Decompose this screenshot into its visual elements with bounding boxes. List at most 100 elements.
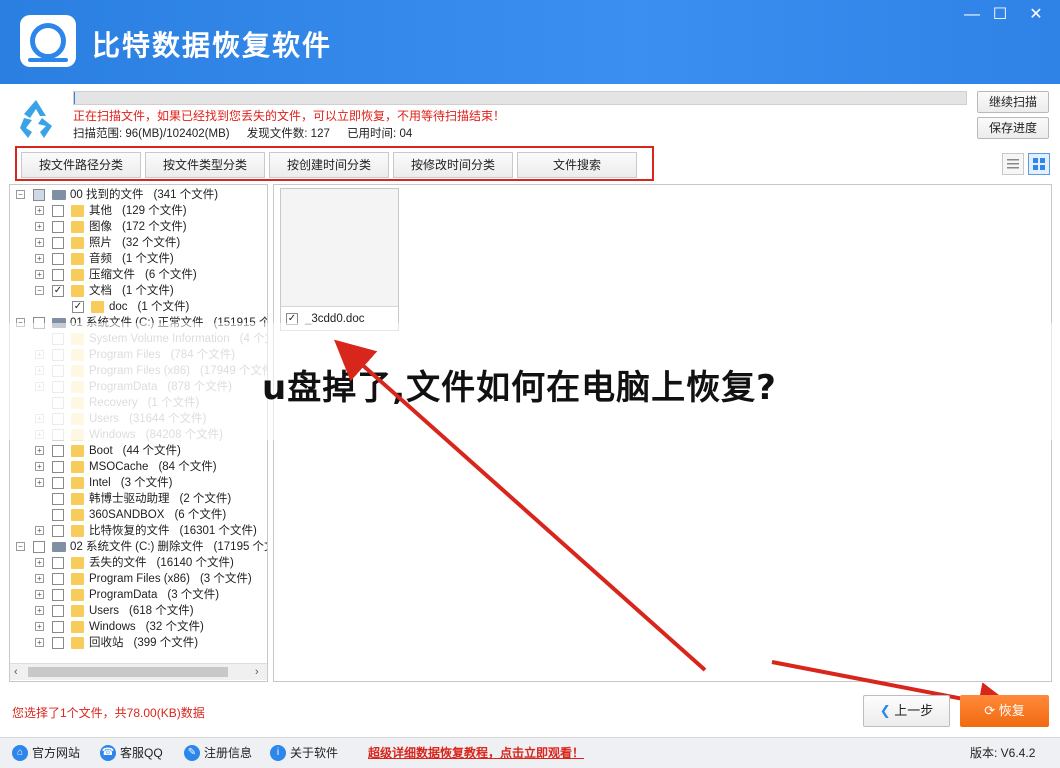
folder-icon (71, 509, 84, 521)
refresh-icon: ⟳ (984, 703, 999, 718)
registration-link[interactable]: 注册信息 (204, 745, 252, 761)
expand-icon[interactable]: + (35, 606, 44, 615)
tree-label: Program Files (x86) (3 个文件) (89, 571, 252, 587)
expand-icon[interactable]: + (35, 638, 44, 647)
expand-icon[interactable]: + (35, 590, 44, 599)
official-site-link[interactable]: 官方网站 (32, 745, 80, 761)
list-view-icon[interactable] (1002, 153, 1024, 175)
tree-item-count: (3 个文件) (199, 573, 252, 585)
tree-row[interactable]: − 00 找到的文件 (341 个文件) (10, 187, 267, 203)
tab-by-created[interactable]: 按创建时间分类 (269, 152, 389, 178)
overlay-headline: u盘掉了,文件如何在电脑上恢复? (262, 368, 777, 408)
tree-checkbox[interactable] (52, 637, 64, 649)
tree-checkbox[interactable] (52, 461, 64, 473)
scroll-right-icon[interactable]: › (255, 664, 259, 681)
file-card[interactable]: ✓ _3cdd0.doc (280, 188, 399, 331)
expand-icon[interactable]: + (35, 446, 44, 455)
tree-checkbox[interactable] (52, 509, 64, 521)
tree-horizontal-scrollbar[interactable]: ‹ › (10, 663, 267, 680)
tree-row[interactable]: + MSOCache (84 个文件) (10, 459, 267, 475)
expand-icon[interactable]: + (35, 238, 44, 247)
tree-label: Users (618 个文件) (89, 603, 194, 619)
tab-by-type[interactable]: 按文件类型分类 (145, 152, 265, 178)
tree-row[interactable]: + 音频 (1 个文件) (10, 251, 267, 267)
tree-checkbox[interactable] (52, 445, 64, 457)
about-link[interactable]: 关于软件 (290, 745, 338, 761)
tree-checkbox[interactable] (52, 205, 64, 217)
tree-checkbox[interactable] (52, 525, 64, 537)
tree-row[interactable]: + ProgramData (3 个文件) (10, 587, 267, 603)
collapse-icon[interactable]: − (35, 286, 44, 295)
tree-row[interactable]: ✓ doc (1 个文件) (10, 299, 267, 315)
tree-checkbox[interactable] (52, 477, 64, 489)
previous-step-button[interactable]: ❮ 上一步 (863, 695, 950, 727)
tree-item-count: (16301 个文件) (179, 525, 257, 537)
tree-row[interactable]: + 照片 (32 个文件) (10, 235, 267, 251)
expand-icon[interactable]: + (35, 254, 44, 263)
save-progress-button[interactable]: 保存进度 (977, 117, 1049, 139)
tree-row[interactable]: − ✓ 文档 (1 个文件) (10, 283, 267, 299)
expand-icon[interactable]: + (35, 574, 44, 583)
expand-icon[interactable]: + (35, 222, 44, 231)
collapse-icon[interactable]: − (16, 190, 25, 199)
scroll-thumb[interactable] (28, 667, 228, 677)
drive-icon (52, 542, 66, 552)
expand-icon[interactable]: + (35, 558, 44, 567)
tree-row[interactable]: 360SANDBOX (6 个文件) (10, 507, 267, 523)
tree-row[interactable]: + Boot (44 个文件) (10, 443, 267, 459)
expand-icon[interactable]: + (35, 622, 44, 631)
tab-by-modified[interactable]: 按修改时间分类 (393, 152, 513, 178)
expand-icon[interactable]: + (35, 462, 44, 471)
tree-row[interactable]: + 压缩文件 (6 个文件) (10, 267, 267, 283)
expand-icon[interactable]: + (35, 270, 44, 279)
tree-checkbox[interactable] (33, 541, 45, 553)
collapse-icon[interactable]: − (16, 542, 25, 551)
tree-checkbox[interactable] (52, 269, 64, 281)
tree-row[interactable]: + Program Files (x86) (3 个文件) (10, 571, 267, 587)
tree-checkbox[interactable] (52, 253, 64, 265)
tree-item-name: Intel (89, 477, 111, 489)
tutorial-promo-link[interactable]: 超级详细数据恢复教程，点击立即观看！ (368, 744, 584, 761)
scroll-left-icon[interactable]: ‹ (14, 664, 18, 681)
tree-row[interactable]: − 02 系统文件 (C:) 删除文件 (17195 个文 (10, 539, 267, 555)
maximize-icon[interactable]: ☐ (988, 4, 1012, 26)
grid-view-icon[interactable] (1028, 153, 1050, 175)
tree-checkbox[interactable] (52, 589, 64, 601)
tree-item-name: 其他 (89, 205, 112, 217)
tree-checkbox[interactable] (52, 557, 64, 569)
tab-file-search[interactable]: 文件搜索 (517, 152, 637, 178)
folder-icon (71, 557, 84, 569)
tree-row[interactable]: + 回收站 (399 个文件) (10, 635, 267, 651)
expand-icon[interactable]: + (35, 478, 44, 487)
tree-checkbox[interactable]: ✓ (72, 301, 84, 313)
tree-checkbox[interactable] (52, 221, 64, 233)
tree-row[interactable]: 韩博士驱动助理 (2 个文件) (10, 491, 267, 507)
minimize-icon[interactable]: — (960, 4, 984, 26)
tree-row[interactable]: + 丢失的文件 (16140 个文件) (10, 555, 267, 571)
tree-checkbox[interactable]: ✓ (52, 285, 64, 297)
close-icon[interactable]: ✕ (1024, 4, 1048, 26)
expand-icon[interactable]: + (35, 206, 44, 215)
version-label: 版本: V6.4.2 (970, 746, 1036, 760)
support-qq-link[interactable]: 客服QQ (120, 745, 163, 761)
tree-checkbox[interactable] (52, 237, 64, 249)
folder-icon (71, 525, 84, 537)
expand-icon[interactable]: + (35, 526, 44, 535)
tree-checkbox[interactable] (52, 605, 64, 617)
tree-item-name: 文档 (89, 285, 112, 297)
tab-by-path[interactable]: 按文件路径分类 (21, 152, 141, 178)
info-icon: i (270, 745, 286, 761)
tree-checkbox[interactable] (33, 189, 45, 201)
tree-row[interactable]: + 比特恢复的文件 (16301 个文件) (10, 523, 267, 539)
tree-row[interactable]: + Intel (3 个文件) (10, 475, 267, 491)
tree-checkbox[interactable] (52, 621, 64, 633)
tree-row[interactable]: + 图像 (172 个文件) (10, 219, 267, 235)
tree-row[interactable]: + 其他 (129 个文件) (10, 203, 267, 219)
tree-checkbox[interactable] (52, 573, 64, 585)
tree-item-name: 韩博士驱动助理 (89, 493, 170, 505)
tree-checkbox[interactable] (52, 493, 64, 505)
tree-row[interactable]: + Windows (32 个文件) (10, 619, 267, 635)
recover-button[interactable]: ⟳ 恢复 (960, 695, 1049, 727)
continue-scan-button[interactable]: 继续扫描 (977, 91, 1049, 113)
tree-row[interactable]: + Users (618 个文件) (10, 603, 267, 619)
